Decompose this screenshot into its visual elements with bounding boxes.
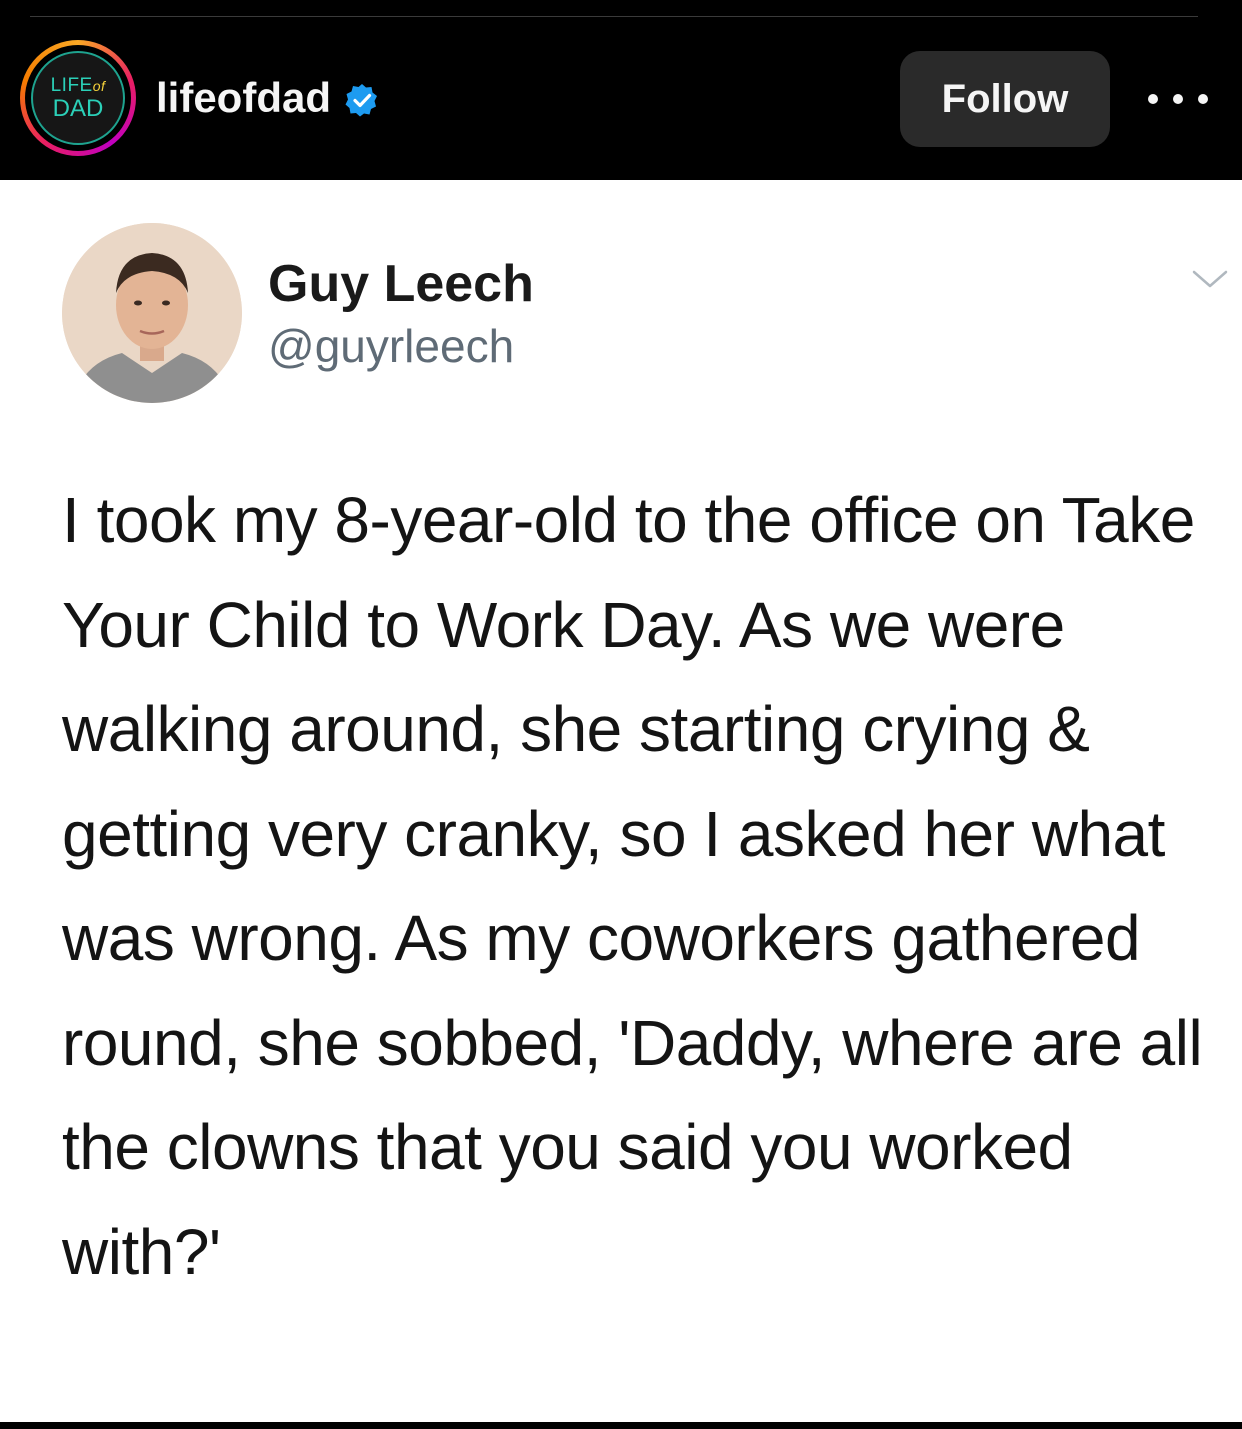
logo-text-line1: LIFEof bbox=[50, 74, 106, 96]
tweet-author-avatar bbox=[62, 223, 242, 403]
bottom-divider bbox=[0, 1422, 1242, 1429]
divider bbox=[30, 16, 1198, 17]
verified-badge-icon bbox=[345, 84, 377, 117]
tweet-author-handle: @guyrleech bbox=[268, 320, 515, 372]
post-header: LIFEof DAD lifeofdad Follow bbox=[0, 0, 1242, 180]
follow-button[interactable]: Follow bbox=[900, 51, 1110, 147]
chevron-down-icon bbox=[1192, 270, 1228, 288]
more-horizontal-icon[interactable] bbox=[1148, 82, 1208, 116]
story-ring[interactable]: LIFEof DAD bbox=[20, 40, 136, 156]
person-avatar-icon bbox=[62, 223, 242, 403]
post-image-tweet: Guy Leech @guyrleech I took my 8-year-ol… bbox=[0, 180, 1242, 1422]
tweet-body-text: I took my 8-year-old to the office on Ta… bbox=[62, 484, 1203, 1288]
more-dot bbox=[1173, 94, 1183, 104]
story-ring-inner: LIFEof DAD bbox=[25, 45, 131, 151]
logo-text-line2: DAD bbox=[52, 94, 104, 122]
more-dot bbox=[1198, 94, 1208, 104]
profile-avatar-logo[interactable]: LIFEof DAD bbox=[31, 51, 125, 145]
tweet-author-name: Guy Leech bbox=[268, 255, 534, 313]
more-dot bbox=[1148, 94, 1158, 104]
account-username[interactable]: lifeofdad bbox=[156, 72, 331, 124]
